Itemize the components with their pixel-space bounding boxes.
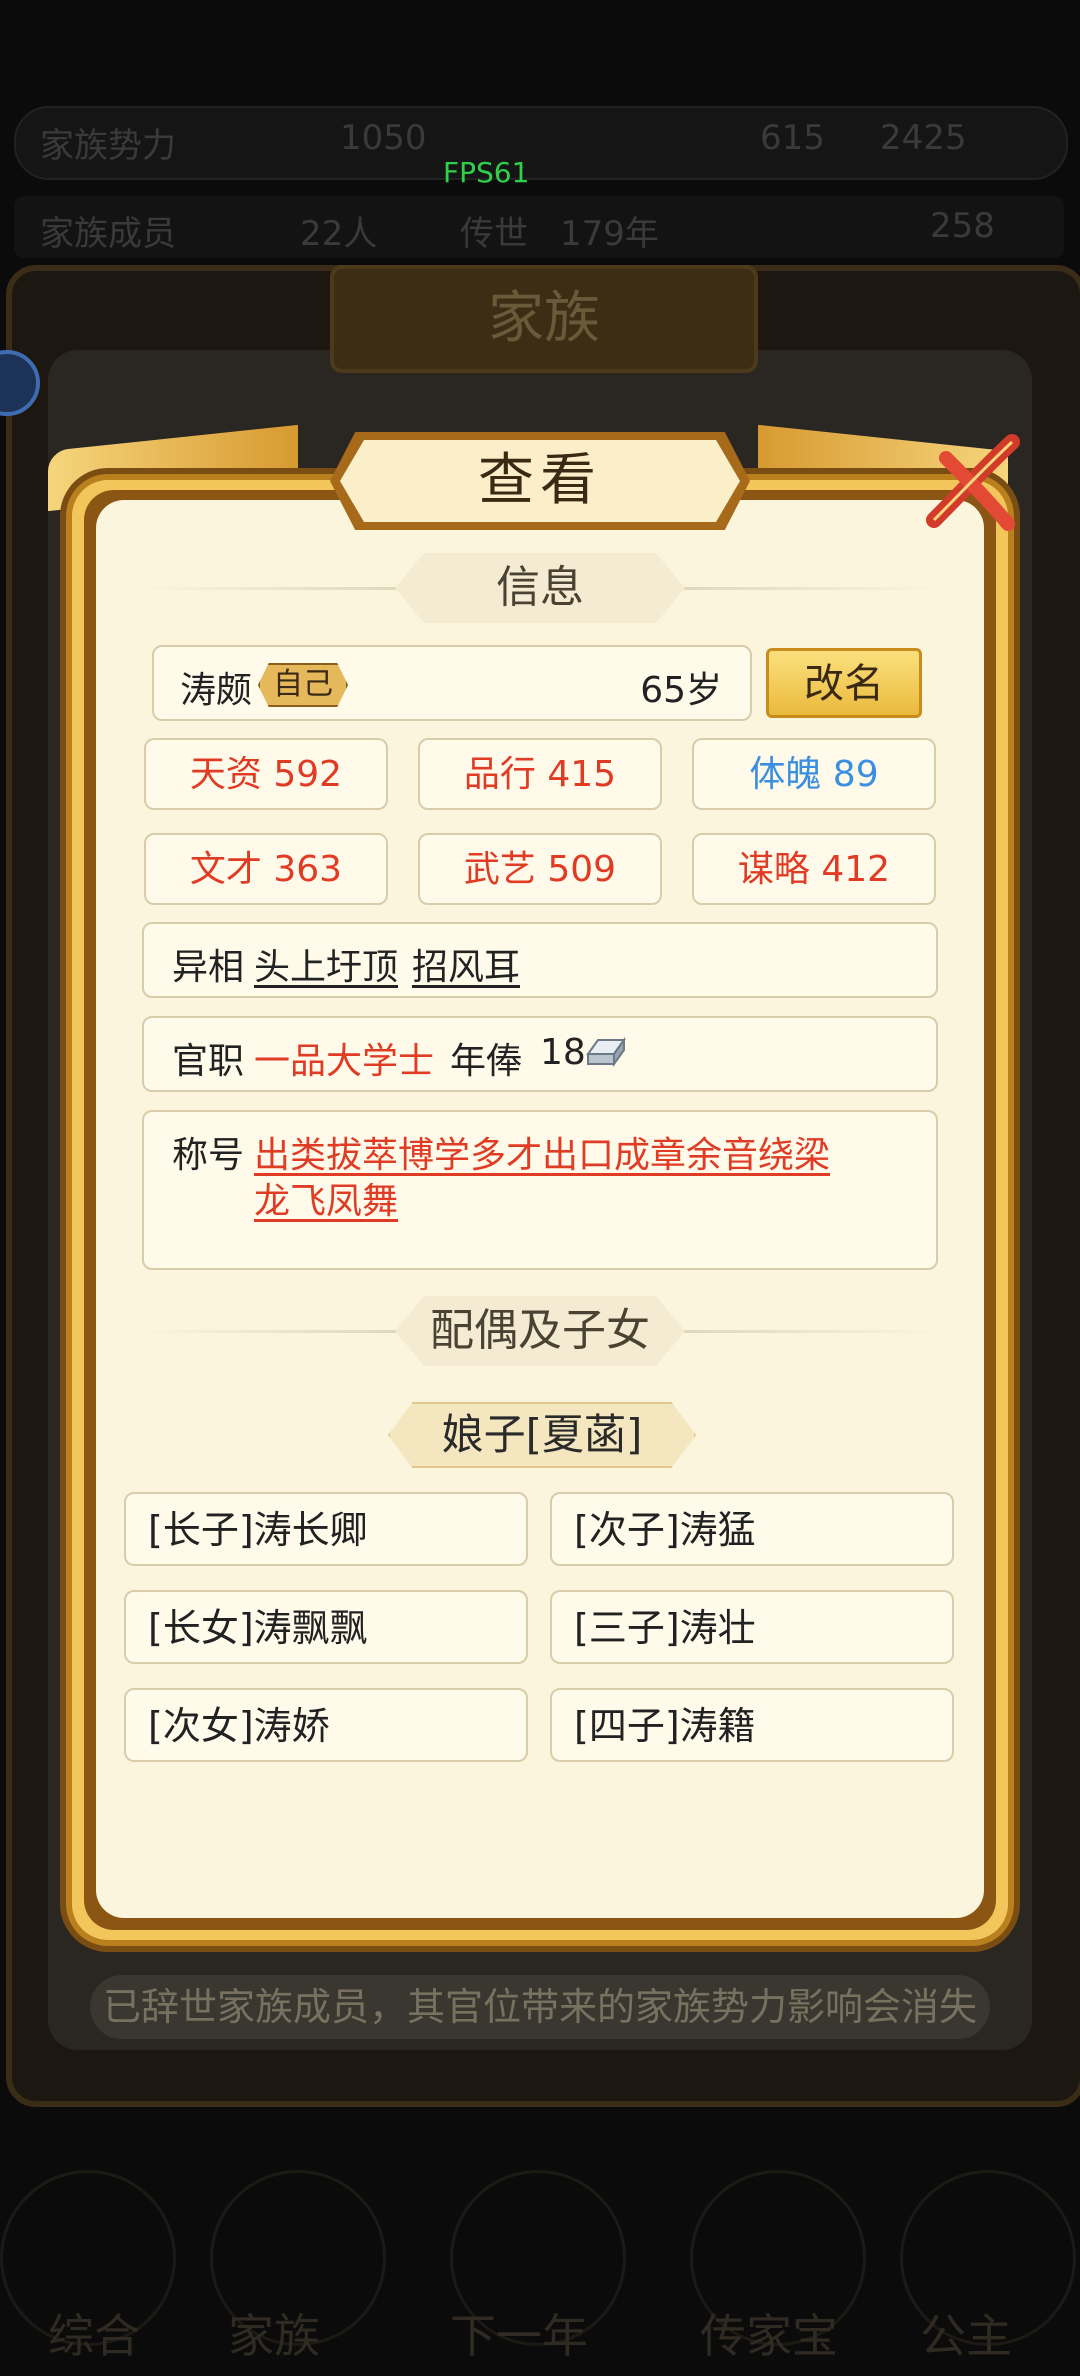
salary-label: 年俸 [450,1041,523,1082]
fps-counter: FPS61 [443,156,530,189]
child-item[interactable]: [次女]涛娇 [124,1688,528,1762]
info-section-header: 信息 [140,553,940,623]
silver-ingot-icon [586,1036,626,1068]
trait-item[interactable]: 头上圩顶 [254,938,398,990]
close-icon[interactable] [916,428,1026,538]
deceased-hint: 已辞世家族成员，其官位带来的家族势力影响会消失 [90,1975,990,2039]
salary-value: 18 [540,1032,586,1073]
nav-tab-heirloom[interactable]: 传家宝 [700,2300,838,2366]
stat-strategy: 谋略 412 [692,833,936,905]
bottom-nav: 综合 家族 下一年 传家宝 公主 [0,2170,1080,2376]
nav-tab-family[interactable]: 家族 [228,2300,320,2366]
titles-line-1[interactable]: 出类拔萃博学多才出口成章余音绕梁 [254,1126,830,1178]
child-item[interactable]: [次子]涛猛 [550,1492,954,1566]
nav-tab-next-year[interactable]: 下一年 [450,2300,588,2366]
bg-generations-value: 179年 [560,214,659,254]
office-row: 官职 一品大学士 年俸 18 [142,1016,938,1092]
bg-power-value: 1050 [340,118,427,158]
family-panel-title: 家族 [330,265,758,373]
stat-literary: 文才 363 [144,833,388,905]
titles-row: 称号 出类拔萃博学多才出口成章余音绕梁 龙飞凤舞 [142,1110,938,1270]
child-item[interactable]: [三子]涛壮 [550,1590,954,1664]
office-label: 官职 [172,1041,245,1082]
member-name: 涛颇 [180,670,253,711]
rename-button[interactable]: 改名 [766,648,922,718]
self-badge: 自己 [258,663,348,707]
trait-item[interactable]: 招风耳 [412,938,520,990]
dialog-title: 查看 [340,440,740,522]
spouse-badge[interactable]: 娘子[夏菡] [388,1402,696,1468]
stat-conduct: 品行 415 [418,738,662,810]
traits-row: 异相 头上圩顶 招风耳 [142,922,938,998]
child-item[interactable]: [四子]涛籍 [550,1688,954,1762]
stat-aptitude: 天资 592 [144,738,388,810]
name-row: 涛颇 自己 65岁 [152,645,752,721]
bg-stat-a: 615 [760,118,825,158]
bg-members-value: 22人 [300,214,378,254]
bg-power-label: 家族势力 [40,126,176,166]
member-age: 65岁 [640,670,722,711]
stat-physique: 体魄 89 [692,738,936,810]
bg-generations-label: 传世 [460,214,528,254]
traits-label: 异相 [172,947,245,988]
info-section-title: 信息 [395,553,685,623]
bg-members-label: 家族成员 [40,214,176,254]
stat-martial: 武艺 509 [418,833,662,905]
family-section-header: 配偶及子女 [140,1296,940,1366]
office-value: 一品大学士 [254,1041,435,1082]
titles-label: 称号 [172,1135,245,1176]
nav-tab-princess[interactable]: 公主 [920,2300,1012,2366]
nav-tab-overview[interactable]: 综合 [48,2300,140,2366]
bg-coins-value: 258 [930,206,995,246]
child-item[interactable]: [长子]涛长卿 [124,1492,528,1566]
titles-line-2[interactable]: 龙飞凤舞 [254,1172,398,1224]
child-item[interactable]: [长女]涛飘飘 [124,1590,528,1664]
bg-stat-b: 2425 [880,118,967,158]
family-section-title: 配偶及子女 [395,1296,685,1366]
